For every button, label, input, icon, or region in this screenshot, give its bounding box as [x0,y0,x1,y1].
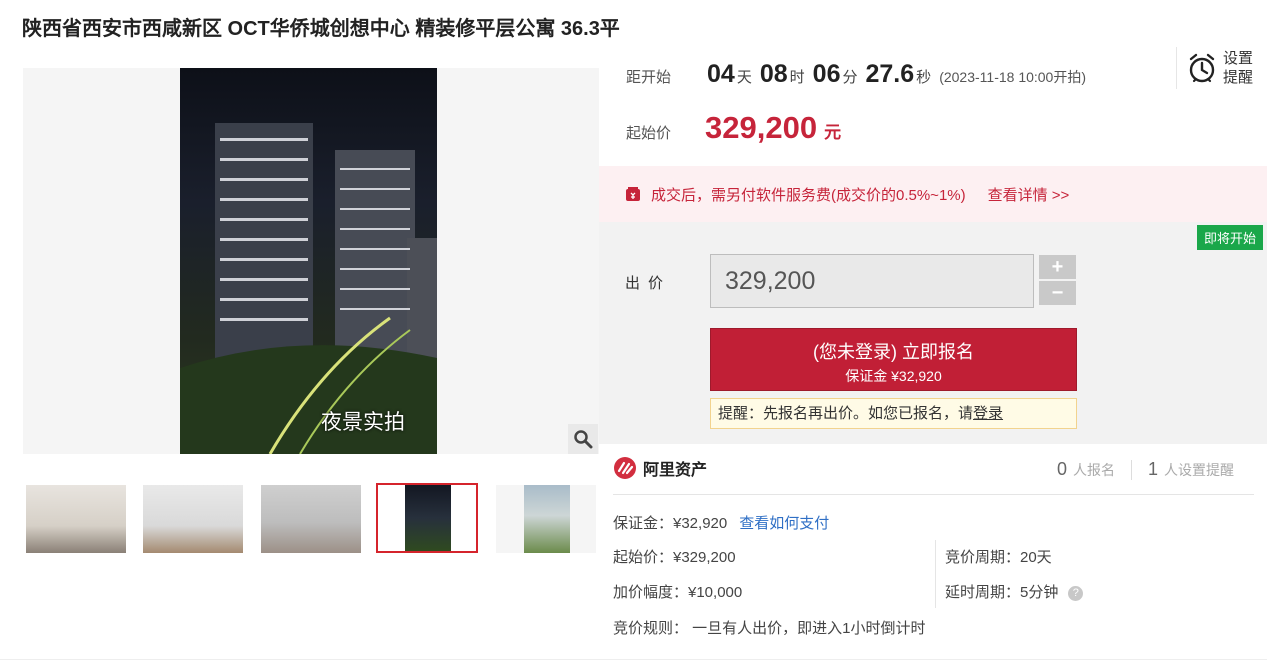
countdown-label: 距开始 [626,69,672,86]
start-price: 起始价 329,200 元 [626,110,841,146]
deposit-text: 保证金：¥32,920 [613,515,728,532]
zoom-button[interactable] [568,424,598,454]
page-bottom-border [0,659,1267,660]
help-icon[interactable]: ? [1068,586,1084,601]
bidding-cycle: 竞价周期：20天 [945,549,1052,566]
service-fee-notice: 成交后，需另付软件服务费(成交价的0.5%~1%) 查看详情 >> [599,166,1267,222]
signup-button-label: (您未登录) 立即报名 [813,342,974,362]
status-badge: 即将开始 [1196,225,1263,250]
login-tip: 提醒：先报名再出价。如您已报名，请登录 [710,398,1077,429]
days-unit: 天 [736,69,752,86]
countdown-hours: 08 [759,60,788,88]
provider-name: 阿里资产 [643,462,708,479]
increment-detail: 加价幅度：¥10,000 [613,584,743,601]
ali-assets-logo-icon [614,457,636,479]
how-to-pay-link[interactable]: 查看如何支付 [739,515,829,532]
reminder-count: 1 [1148,459,1159,479]
minutes-unit: 分 [842,69,858,86]
countdown: 距开始 04 天 08 时 06 分 27.6 秒 (2023-11-18 10… [626,60,1086,89]
thumbnail-3[interactable] [261,485,361,553]
deposit-row: 保证金：¥32,920 查看如何支付 [613,512,829,533]
page-title: 陕西省西安市西咸新区 OCT华侨城创想中心 精装修平层公寓 36.3平 [22,18,620,40]
increase-bid-button[interactable]: + [1039,255,1076,279]
signup-button[interactable]: (您未登录) 立即报名 保证金 ¥32,920 [710,328,1077,391]
fee-icon [626,187,640,201]
start-price-label: 起始价 [626,125,672,142]
thumbnail-5[interactable] [496,485,596,553]
start-datetime: (2023-11-18 10:00开拍) [939,69,1087,85]
thumbnail-4-selected[interactable] [376,483,478,553]
countdown-minutes: 06 [812,60,841,88]
thumbnail-2[interactable] [143,485,243,553]
signup-deposit-label: 保证金 ¥32,920 [845,368,942,384]
notice-text: 成交后，需另付软件服务费(成交价的0.5%~1%) [651,186,966,204]
start-price-value: 329,200 [705,110,818,145]
thumbnail-1[interactable] [26,485,126,553]
magnifier-icon [574,430,593,449]
hours-unit: 时 [789,69,805,86]
seconds-unit: 秒 [916,69,932,86]
night-building-illustration [180,123,437,454]
decrease-bid-button[interactable]: − [1039,281,1076,305]
delay-cycle-row: 延时周期：5分钟? [945,581,1084,602]
tip-text: 提醒：先报名再出价。如您已报名，请 [718,405,974,422]
main-photo[interactable]: 夜景实拍 [180,68,437,454]
signup-count: 0 [1057,459,1068,479]
alarm-clock-icon [1189,53,1215,83]
delay-cycle: 延时周期：5分钟 [945,584,1059,601]
start-price-unit: 元 [824,123,842,142]
signup-count-label: 人报名 [1073,462,1116,478]
countdown-days: 04 [707,60,735,88]
photo-caption: 夜景实拍 [321,411,405,434]
bidding-rule: 竞价规则： 一旦有人出价，即进入1小时倒计时 [613,620,926,637]
auction-stats: 0 人报名 1 人设置提醒 [1057,459,1234,480]
countdown-seconds: 27.6 [865,60,915,88]
bid-panel: 即将开始 出价 329,200 + − (您未登录) 立即报名 保证金 ¥32,… [599,222,1267,444]
bid-label: 出价 [625,275,672,292]
start-price-detail: 起始价：¥329,200 [613,549,736,566]
set-reminder-button[interactable]: 设置提醒 [1176,47,1257,89]
main-image-viewer: 夜景实拍 [23,68,599,454]
thumbnail-strip [23,483,599,557]
provider: 阿里资产 [613,456,707,480]
bid-amount-input[interactable]: 329,200 [710,254,1034,308]
login-link[interactable]: 登录 [973,405,1003,422]
reminder-count-label: 人设置提醒 [1164,462,1235,478]
stats-divider [1131,459,1133,480]
details-divider [935,540,936,608]
divider [613,494,1254,495]
notice-details-link[interactable]: 查看详情 >> [988,184,1070,205]
set-reminder-label: 设置提醒 [1223,50,1254,86]
